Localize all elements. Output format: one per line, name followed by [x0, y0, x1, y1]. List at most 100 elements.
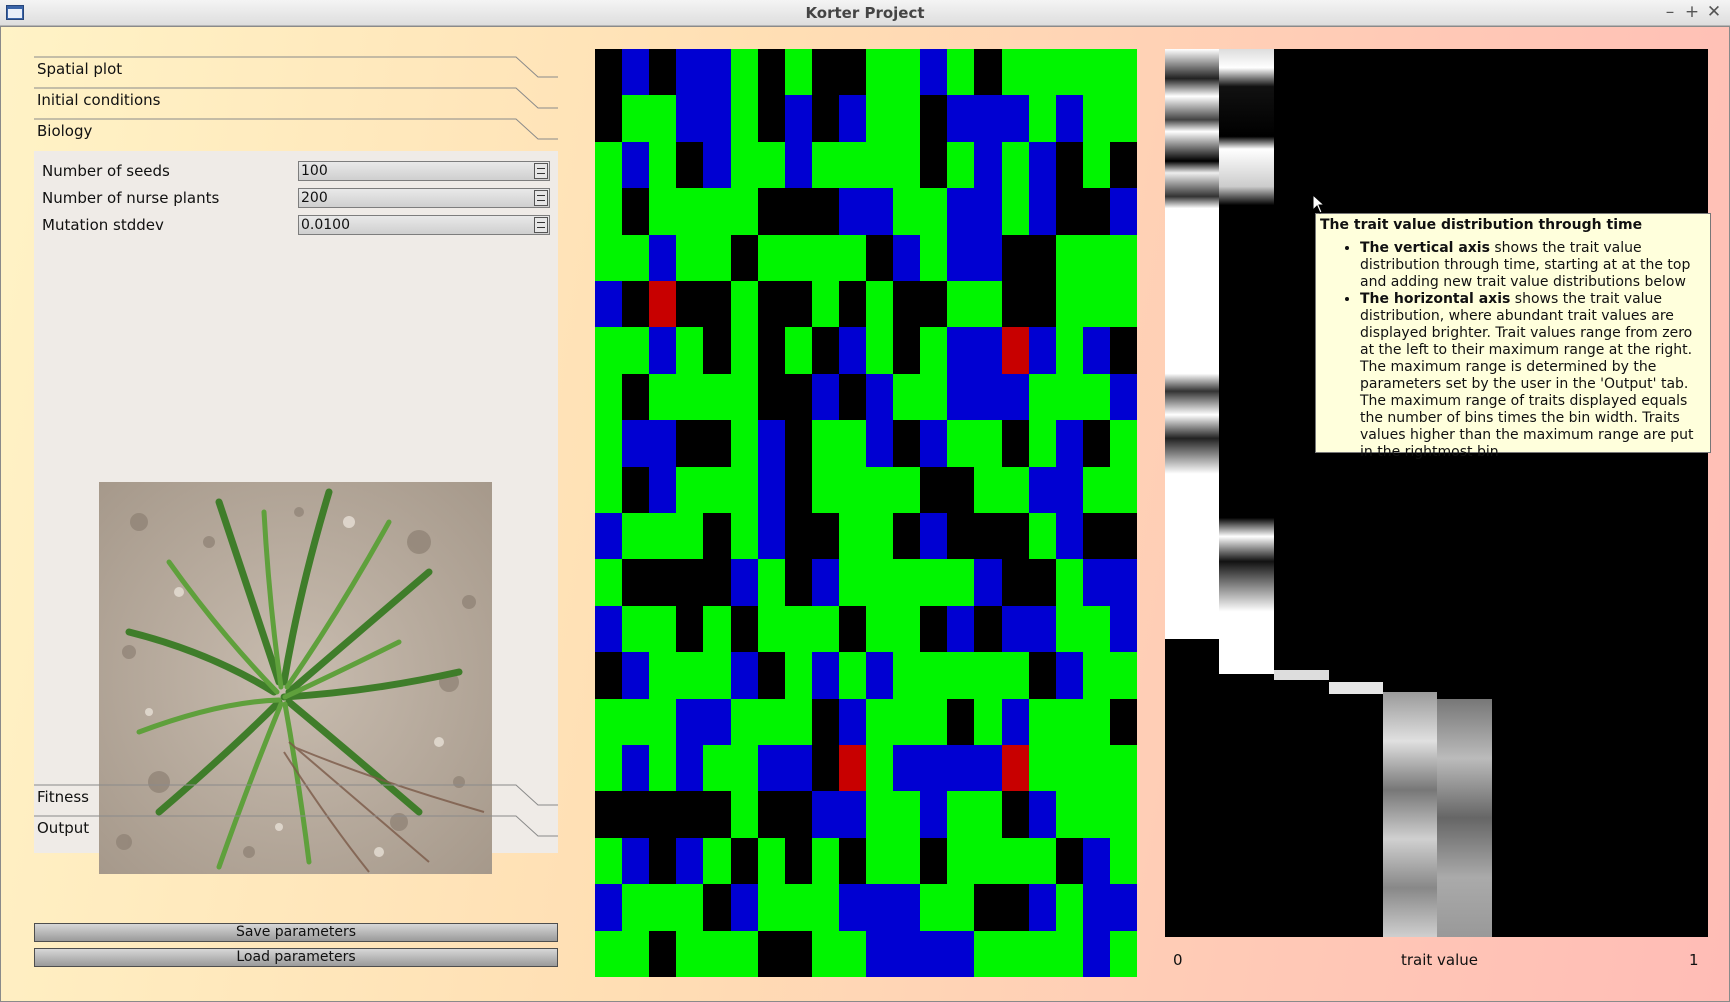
save-parameters-button[interactable]: Save parameters: [34, 923, 558, 942]
grid-cell: [1109, 281, 1137, 328]
grid-cell: [676, 327, 704, 374]
grid-cell: [757, 281, 785, 328]
grid-cell: [920, 327, 948, 374]
trait-axis-min: 0: [1173, 951, 1183, 969]
grid-cell: [757, 466, 785, 513]
load-parameters-button[interactable]: Load parameters: [34, 948, 558, 967]
grid-cell: [920, 141, 948, 189]
nurse-plants-spinbox[interactable]: 200: [298, 188, 550, 208]
grid-cell: [784, 837, 812, 885]
grid-cell: [757, 188, 785, 235]
grid-cell: [730, 327, 758, 374]
grid-cell: [649, 791, 677, 838]
seeds-spinbox[interactable]: 100: [298, 161, 550, 181]
grid-cell: [1001, 49, 1029, 96]
grid-cell: [1109, 373, 1137, 421]
grid-cell: [811, 513, 839, 560]
grid-cell: [730, 49, 758, 96]
grid-cell: [649, 188, 677, 235]
tab-output[interactable]: Output: [34, 814, 558, 844]
grid-cell: [1082, 95, 1110, 142]
grid-cell: [622, 698, 650, 745]
grid-cell: [784, 95, 812, 142]
grid-cell: [649, 234, 677, 281]
grid-cell: [1028, 95, 1056, 142]
grid-cell: [920, 373, 948, 421]
tab-label: Initial conditions: [37, 91, 161, 109]
grid-cell: [1001, 791, 1029, 838]
grid-cell: [1109, 95, 1137, 142]
mutation-stddev-label: Mutation stddev: [42, 216, 164, 234]
grid-cell: [947, 327, 975, 374]
grid-cell: [703, 698, 731, 745]
grid-cell: [811, 188, 839, 235]
grid-cell: [893, 49, 921, 96]
grid-cell: [703, 837, 731, 885]
grid-cell: [595, 884, 623, 931]
grid-cell: [1028, 141, 1056, 189]
spin-arrows-icon[interactable]: [534, 163, 548, 179]
tab-initial-conditions[interactable]: Initial conditions: [34, 86, 558, 116]
grid-cell: [595, 234, 623, 281]
grid-cell: [730, 652, 758, 699]
grid-cell: [1082, 698, 1110, 745]
grid-cell: [703, 652, 731, 699]
minimize-icon[interactable]: –: [1660, 1, 1680, 23]
grid-cell: [947, 466, 975, 513]
grid-cell: [595, 466, 623, 513]
grid-cell: [1028, 745, 1056, 792]
grid-cell: [757, 791, 785, 838]
grid-cell: [784, 698, 812, 745]
grid-cell: [784, 49, 812, 96]
grid-cell: [730, 95, 758, 142]
seeds-label: Number of seeds: [42, 162, 170, 180]
grid-cell: [866, 930, 894, 977]
tab-fitness[interactable]: Fitness: [34, 783, 558, 813]
grid-cell: [974, 327, 1002, 374]
tab-shape: [34, 784, 558, 806]
grid-cell: [838, 745, 866, 792]
grid-cell: [676, 373, 704, 421]
tab-spatial-plot[interactable]: Spatial plot: [34, 55, 558, 85]
grid-cell: [947, 559, 975, 606]
grid-cell: [920, 281, 948, 328]
grid-cell: [1109, 327, 1137, 374]
grid-cell: [703, 141, 731, 189]
grid-cell: [893, 373, 921, 421]
grid-cell: [676, 188, 704, 235]
grid-cell: [893, 652, 921, 699]
grid-cell: [703, 327, 731, 374]
grid-cell: [622, 141, 650, 189]
grid-cell: [676, 95, 704, 142]
grid-cell: [866, 234, 894, 281]
grid-cell: [920, 884, 948, 931]
grid-cell: [974, 791, 1002, 838]
grid-cell: [1028, 698, 1056, 745]
grid-cell: [1001, 837, 1029, 885]
grid-cell: [920, 652, 948, 699]
tooltip-item-bold: The vertical axis: [1360, 240, 1490, 256]
mutation-stddev-spinbox[interactable]: 0.0100: [298, 215, 550, 235]
grid-cell: [649, 745, 677, 792]
grid-cell: [784, 373, 812, 421]
tab-shape: [34, 118, 558, 140]
grid-cell: [703, 49, 731, 96]
grid-cell: [893, 884, 921, 931]
spin-arrows-icon[interactable]: [534, 217, 548, 233]
grid-cell: [866, 559, 894, 606]
maximize-icon[interactable]: +: [1682, 1, 1702, 23]
grid-cell: [1082, 791, 1110, 838]
grid-cell: [595, 559, 623, 606]
spin-arrows-icon[interactable]: [534, 190, 548, 206]
grid-cell: [1001, 559, 1029, 606]
grid-cell: [1109, 791, 1137, 838]
grid-cell: [784, 188, 812, 235]
grid-cell: [947, 234, 975, 281]
grid-cell: [730, 559, 758, 606]
grid-cell: [1082, 559, 1110, 606]
grid-cell: [649, 559, 677, 606]
grid-cell: [866, 513, 894, 560]
grid-cell: [811, 234, 839, 281]
close-icon[interactable]: ✕: [1704, 1, 1724, 23]
tab-biology[interactable]: Biology: [34, 117, 558, 147]
